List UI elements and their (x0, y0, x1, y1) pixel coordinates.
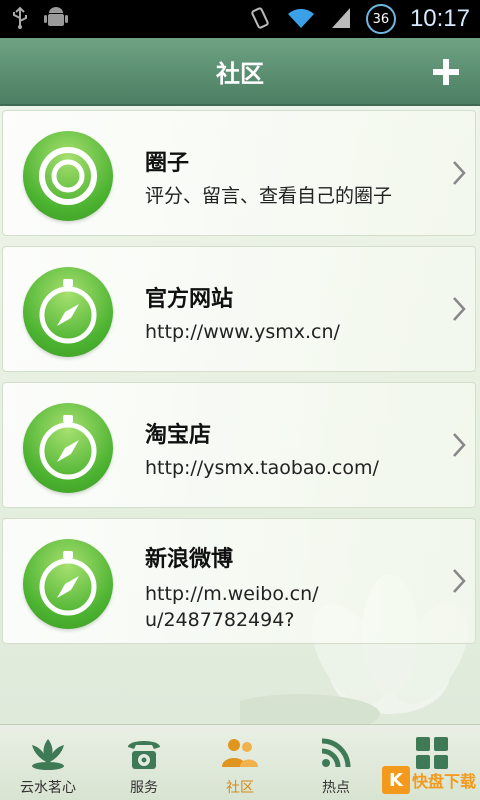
lotus-icon (32, 739, 64, 770)
tab-label: 热点 (322, 780, 350, 796)
compass-icon (23, 267, 113, 357)
watermark-k-icon: K (381, 766, 410, 794)
list-item-website[interactable]: 官方网站 http://www.ysmx.cn/ (2, 246, 476, 372)
list-item-taobao[interactable]: 淘宝店 http://ysmx.taobao.com/ (2, 382, 476, 508)
card-subtitle: http://www.ysmx.cn/ (145, 321, 340, 343)
usb-icon (10, 6, 30, 33)
tab-hot[interactable]: 热点 (288, 725, 384, 800)
status-bar: 36 10:17 (0, 0, 480, 38)
page-title: 社区 (216, 59, 264, 88)
title-bar: 社区 (0, 38, 480, 106)
bottom-tab-bar: 云水茗心 服务 社区 热点 K 快盘下载 (0, 724, 480, 800)
list-item-weibo[interactable]: 新浪微博 http://m.weibo.cn/ u/2487782494? (2, 518, 476, 644)
wifi-icon (286, 6, 316, 33)
signal-icon (330, 6, 352, 33)
chevron-right-icon (453, 297, 466, 321)
network-badge: 36 (365, 4, 396, 34)
chevron-right-icon (453, 161, 466, 185)
phone-icon (128, 741, 160, 769)
card-subtitle: http://ysmx.taobao.com/ (145, 457, 379, 479)
compass-icon (23, 403, 113, 493)
rss-icon (321, 738, 351, 768)
tab-label: 服务 (130, 780, 158, 796)
content-area: 圈子 评分、留言、查看自己的圈子 官方网站 http://www.ysmx.cn… (0, 106, 480, 724)
tab-community[interactable]: 社区 (192, 725, 288, 800)
tab-label: 云水茗心 (20, 780, 76, 796)
status-left (10, 5, 68, 34)
clock: 10:17 (409, 5, 470, 32)
tab-home[interactable]: 云水茗心 (0, 725, 96, 800)
community-icon (222, 739, 258, 767)
card-title: 淘宝店 (145, 423, 212, 448)
card-subtitle: 评分、留言、查看自己的圈子 (145, 185, 393, 207)
watermark-text: 快盘下载 (411, 772, 476, 791)
target-icon (23, 131, 113, 221)
watermark-logo: K 快盘下载 (381, 766, 476, 794)
tab-label: 社区 (226, 780, 254, 796)
card-title: 新浪微博 (145, 547, 234, 572)
status-right: 36 10:17 (248, 4, 470, 34)
vibrate-icon (248, 6, 272, 33)
android-debug-icon (44, 5, 68, 34)
chevron-right-icon (453, 569, 466, 593)
tab-service[interactable]: 服务 (96, 725, 192, 800)
card-title: 圈子 (145, 151, 190, 176)
chevron-right-icon (453, 433, 466, 457)
compass-icon (23, 539, 113, 629)
add-button[interactable] (422, 48, 470, 96)
list-item-circle[interactable]: 圈子 评分、留言、查看自己的圈子 (2, 110, 476, 236)
card-title: 官方网站 (145, 287, 234, 312)
card-subtitle: http://m.weibo.cn/ u/2487782494? (145, 583, 319, 631)
plus-icon (433, 59, 459, 85)
